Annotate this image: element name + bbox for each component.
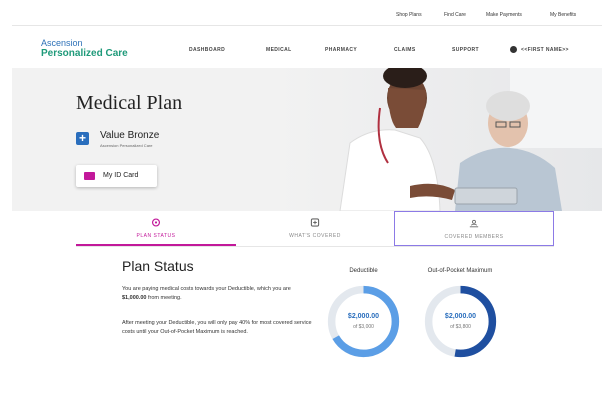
deductible-text-b: from meeting. [146, 295, 182, 301]
nav-pharmacy[interactable]: PHARMACY [325, 47, 357, 53]
utility-link-my-benefits[interactable]: My Benefits [550, 12, 576, 18]
id-card-icon [84, 172, 95, 180]
nav-support[interactable]: SUPPORT [452, 47, 479, 53]
tab-plan-status[interactable]: PLAN STATUS [76, 211, 236, 246]
deductible-of-total: of $3,000 [353, 324, 374, 330]
user-menu-name[interactable]: <<FIRST NAME>> [521, 47, 569, 53]
main-header: Ascension Personalized Care DASHBOARD ME… [12, 27, 602, 69]
oop-of-total: of $3,800 [450, 324, 471, 330]
deductible-title: Deductible [349, 268, 378, 274]
plan-name: Value Bronze [100, 130, 160, 141]
tab-plan-status-label: PLAN STATUS [136, 233, 176, 239]
tabs-divider [76, 246, 554, 247]
user-circle-icon[interactable] [510, 46, 517, 53]
hero-photo [270, 68, 602, 211]
id-card-label: My ID Card [103, 172, 139, 179]
id-card-button[interactable]: My ID Card [76, 165, 157, 187]
page: Shop Plans Find Care Make Payments My Be… [12, 6, 602, 403]
covered-icon [310, 218, 320, 227]
deductible-text-a: You are paying medical costs towards you… [122, 286, 291, 292]
plus-icon: + [76, 132, 89, 145]
members-icon [469, 219, 479, 228]
oop-amount: $2,000.00 [444, 313, 477, 320]
utility-link-shop-plans[interactable]: Shop Plans [396, 12, 422, 18]
brand-line-1: Ascension [41, 38, 83, 48]
plan-subtitle: Ascension Personalized Care [100, 143, 153, 148]
tab-covered-members-label: COVERED MEMBERS [444, 234, 504, 240]
tab-covered-members[interactable]: COVERED MEMBERS [394, 211, 554, 246]
plan-status-icon [151, 218, 161, 227]
deductible-remaining-amount: $1,000.00 [122, 295, 147, 301]
hero-banner: Medical Plan + Value Bronze Ascension Pe… [12, 68, 602, 211]
utility-link-make-payments[interactable]: Make Payments [486, 12, 522, 18]
nav-medical[interactable]: MEDICAL [266, 47, 292, 53]
utility-link-find-care[interactable]: Find Care [444, 12, 466, 18]
oop-progress-ring [424, 285, 497, 358]
nav-claims[interactable]: CLAIMS [394, 47, 416, 53]
brand-line-2: Personalized Care [41, 48, 128, 59]
deductible-amount: $2,000.00 [347, 313, 380, 320]
deductible-paragraph: You are paying medical costs towards you… [122, 285, 312, 303]
oop-title: Out-of-Pocket Maximum [427, 268, 493, 274]
tab-whats-covered[interactable]: WHAT'S COVERED [236, 211, 394, 246]
plan-status-heading: Plan Status [122, 258, 194, 274]
tab-whats-covered-label: WHAT'S COVERED [289, 233, 341, 239]
page-title: Medical Plan [76, 92, 183, 114]
deductible-progress-ring [327, 285, 400, 358]
coinsurance-paragraph: After meeting your Deductible, you will … [122, 320, 312, 335]
nav-dashboard[interactable]: DASHBOARD [189, 47, 225, 53]
utility-bar: Shop Plans Find Care Make Payments My Be… [12, 6, 602, 26]
